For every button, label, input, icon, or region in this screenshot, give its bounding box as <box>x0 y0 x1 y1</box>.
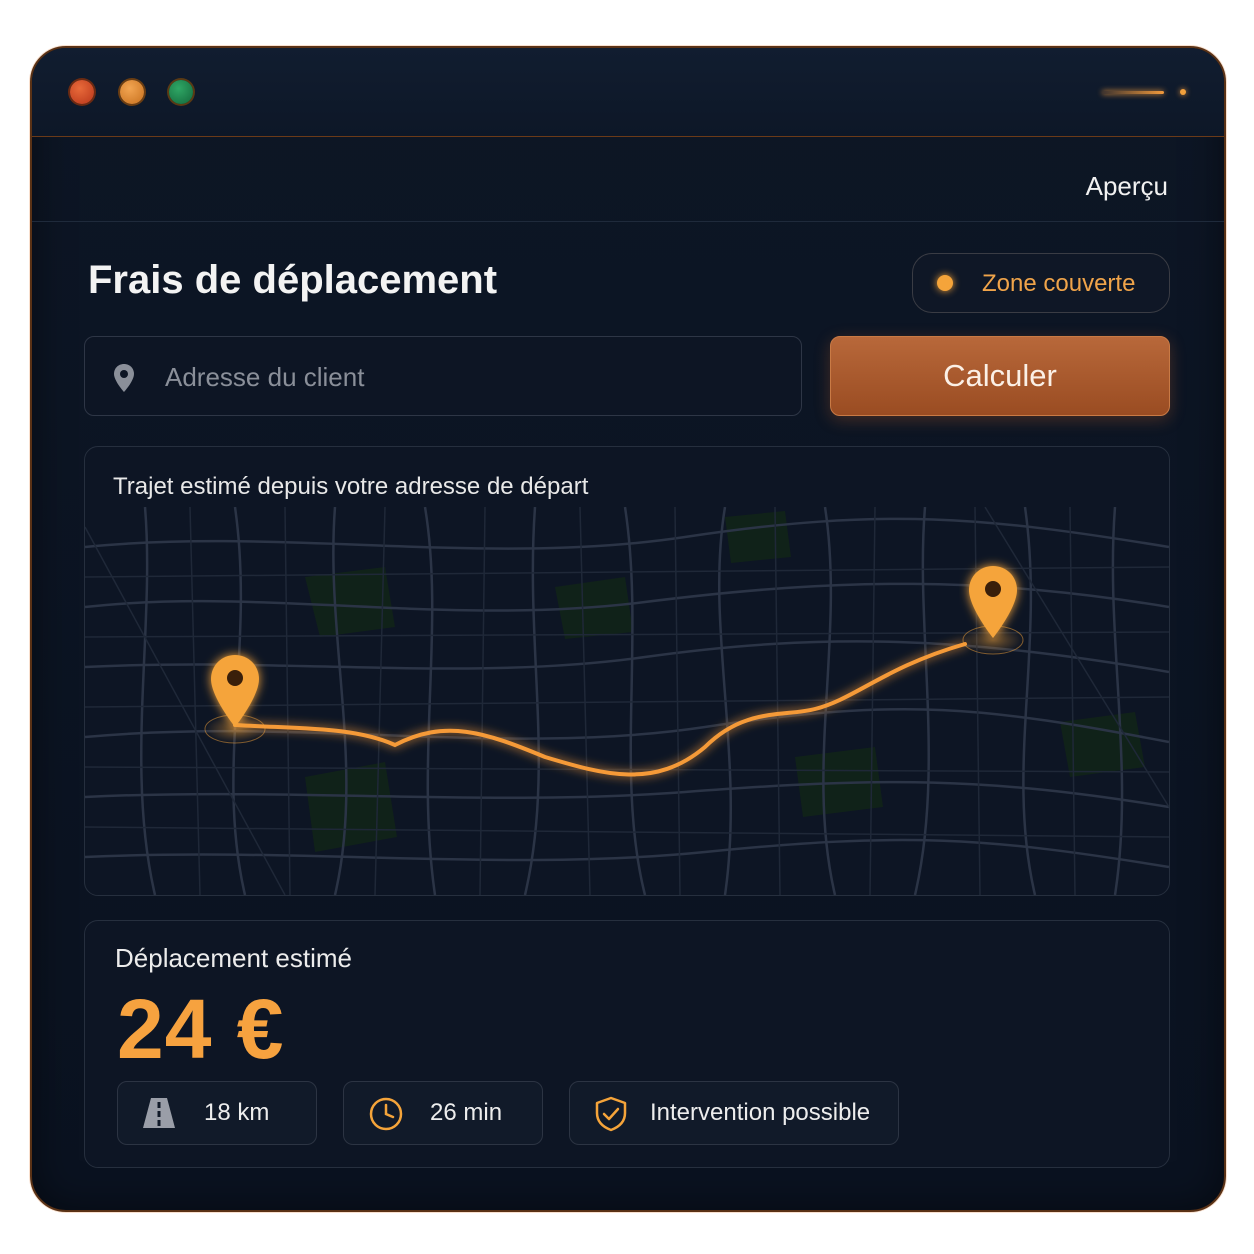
maximize-window-button[interactable] <box>169 80 193 104</box>
availability-chip: Intervention possible <box>569 1081 899 1145</box>
clock-icon <box>368 1096 404 1137</box>
shield-check-icon <box>594 1096 628 1137</box>
close-window-button[interactable] <box>70 80 94 104</box>
zone-status-label: Zone couverte <box>982 270 1136 297</box>
map-pin-icon <box>113 363 135 398</box>
estimated-price: 24 € <box>117 982 285 1076</box>
titlebar-accent-dot <box>1180 89 1186 95</box>
road-icon <box>142 1096 176 1135</box>
availability-label: Intervention possible <box>650 1099 871 1126</box>
map-caption: Trajet estimé depuis votre adresse de dé… <box>113 473 589 500</box>
duration-chip: 26 min <box>343 1081 543 1145</box>
distance-label: 18 km <box>204 1099 270 1126</box>
route-map-card: Trajet estimé depuis votre adresse de dé… <box>84 446 1170 896</box>
top-nav-bar: Aperçu <box>32 137 1224 222</box>
distance-chip: 18 km <box>117 1081 317 1145</box>
duration-label: 26 min <box>430 1099 503 1126</box>
minimize-window-button[interactable] <box>120 80 144 104</box>
page-title: Frais de déplacement <box>88 258 498 302</box>
status-dot-icon <box>937 275 953 291</box>
destination-pin-icon[interactable] <box>962 566 1024 655</box>
app-window: Aperçu Frais de déplacement Zone couvert… <box>30 46 1226 1212</box>
zone-status-badge: Zone couverte <box>912 253 1170 313</box>
calculate-button[interactable]: Calculer <box>830 336 1170 416</box>
client-address-input[interactable] <box>163 355 767 399</box>
start-pin-icon[interactable] <box>204 655 266 744</box>
titlebar-accent-line <box>1102 91 1164 94</box>
apercu-link[interactable]: Aperçu <box>1086 171 1168 202</box>
address-search-field[interactable] <box>84 336 802 416</box>
route-map[interactable] <box>85 507 1169 895</box>
estimate-card: Déplacement estimé 24 € 18 km 26 min Int… <box>84 920 1170 1168</box>
estimate-label: Déplacement estimé <box>115 943 352 973</box>
title-bar <box>32 48 1224 137</box>
